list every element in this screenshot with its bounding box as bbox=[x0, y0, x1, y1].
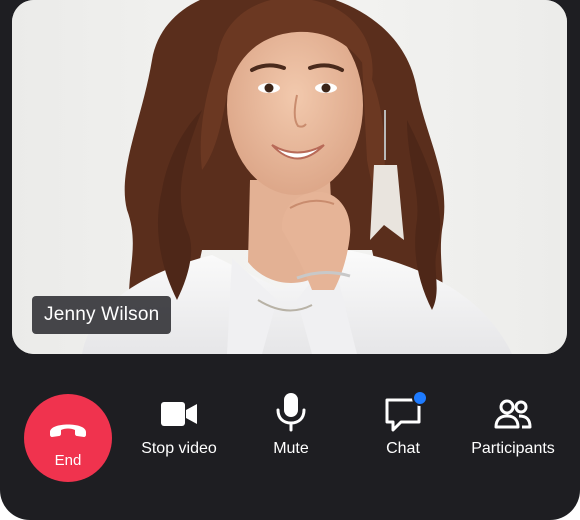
end-call-button[interactable]: End bbox=[24, 394, 112, 482]
microphone-icon bbox=[276, 393, 306, 432]
users-icon bbox=[494, 399, 532, 429]
call-controls-bar: End Stop video Mute Chat Participants bbox=[0, 384, 580, 520]
video-camera-icon bbox=[161, 402, 197, 426]
participants-button[interactable]: Participants bbox=[458, 394, 568, 464]
video-call-screen: Jenny Wilson End Stop video Mute Chat Pa… bbox=[0, 0, 580, 520]
unread-badge bbox=[412, 390, 428, 406]
stop-video-label: Stop video bbox=[141, 440, 217, 457]
end-call-label: End bbox=[54, 452, 82, 469]
chat-button[interactable]: Chat bbox=[348, 390, 458, 460]
participant-video-tile[interactable]: Jenny Wilson bbox=[12, 0, 567, 354]
mute-button[interactable]: Mute bbox=[236, 392, 346, 462]
mute-label: Mute bbox=[273, 440, 309, 457]
participant-name-tag: Jenny Wilson bbox=[32, 296, 172, 334]
call-window: Jenny Wilson End Stop video Mute Chat Pa… bbox=[0, 0, 580, 520]
phone-hangup-icon bbox=[50, 424, 86, 437]
participants-label: Participants bbox=[471, 440, 555, 457]
stop-video-button[interactable]: Stop video bbox=[124, 394, 234, 464]
